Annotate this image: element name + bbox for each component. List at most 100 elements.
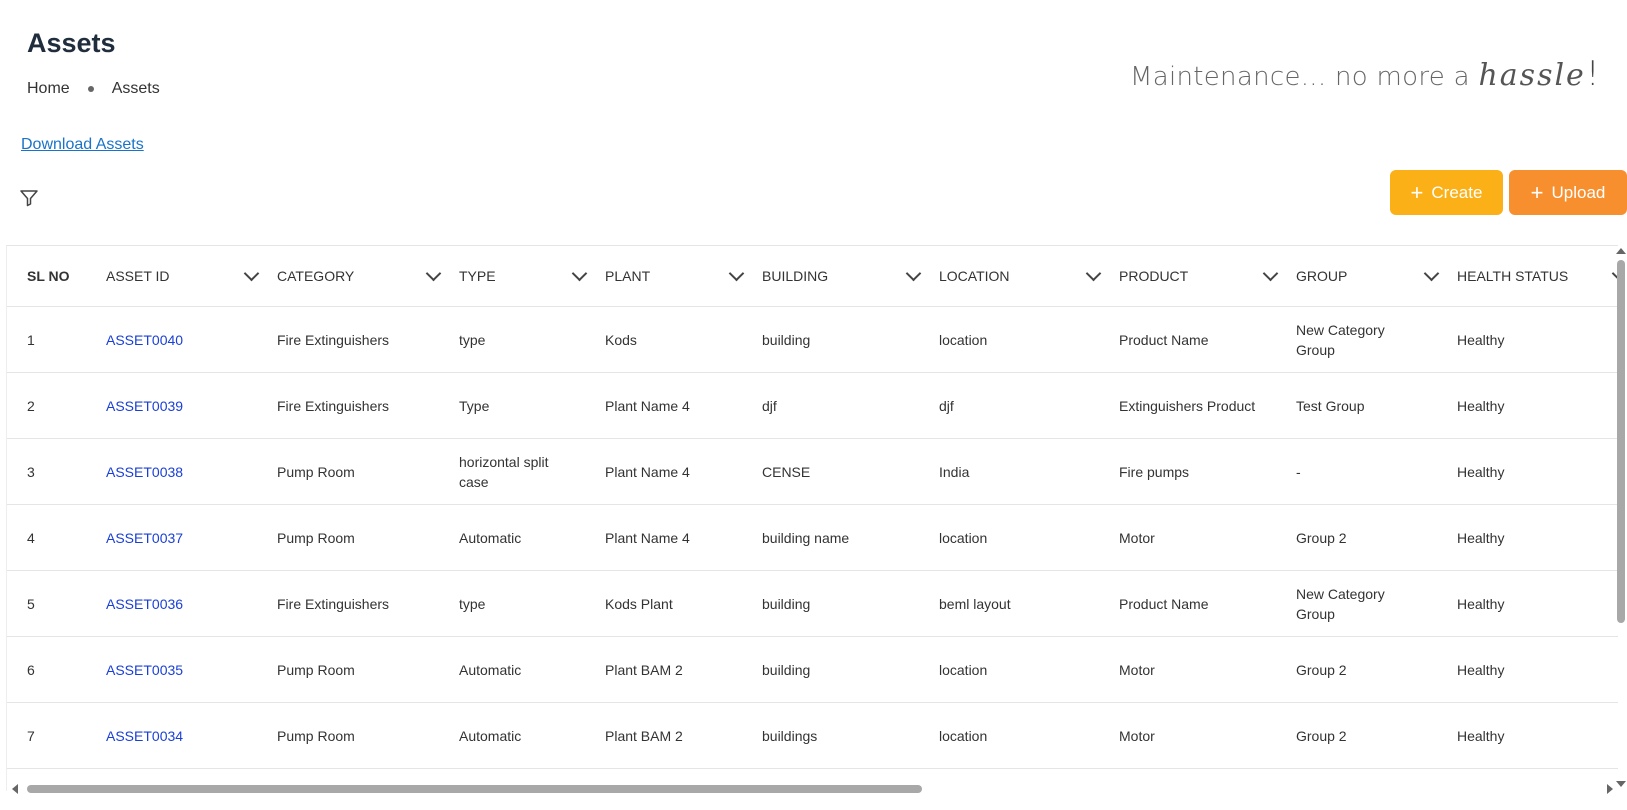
- asset-id-link[interactable]: ASSET0035: [106, 662, 183, 678]
- asset-id-link[interactable]: ASSET0038: [106, 464, 183, 480]
- cell-building: buildings: [762, 702, 939, 769]
- cell-plant: Kods Plant: [605, 570, 762, 637]
- cell-sl-no: 1: [7, 306, 106, 373]
- cell-building: CENSE: [762, 438, 939, 505]
- cell-health-status: Healthy: [1457, 372, 1618, 439]
- create-button-label: Create: [1431, 182, 1483, 202]
- column-header-category[interactable]: CATEGORY: [277, 246, 459, 307]
- scroll-right-arrow-icon[interactable]: [1607, 784, 1613, 794]
- tagline-logo: Maintenance... no more a hassle!: [1130, 54, 1600, 94]
- cell-product: Motor: [1119, 702, 1296, 769]
- breadcrumb: Home Assets: [27, 80, 160, 98]
- breadcrumb-home[interactable]: Home: [27, 80, 70, 98]
- breadcrumb-current: Assets: [111, 80, 160, 97]
- cell-group: Group 2: [1296, 636, 1457, 703]
- asset-id-link[interactable]: ASSET0034: [106, 728, 183, 744]
- cell-building: building name: [762, 504, 939, 571]
- asset-id-link[interactable]: ASSET0039: [106, 398, 183, 414]
- cell-location: djf: [939, 372, 1119, 439]
- cell-location: beml layout: [939, 570, 1119, 637]
- asset-id-link[interactable]: ASSET0040: [106, 332, 183, 348]
- cell-sl-no: 5: [7, 570, 106, 637]
- cell-type: Automatic: [459, 702, 605, 769]
- assets-table: SL NO ASSET ID CATEGORY TYPE PLANT BUILD…: [7, 246, 1618, 769]
- vertical-scrollbar[interactable]: [1615, 248, 1627, 787]
- table-header-row: SL NO ASSET ID CATEGORY TYPE PLANT BUILD…: [7, 246, 1618, 307]
- horizontal-scroll-thumb[interactable]: [27, 785, 922, 793]
- chevron-down-icon[interactable]: [1423, 265, 1440, 281]
- scroll-up-arrow-icon[interactable]: [1616, 248, 1626, 254]
- cell-type: horizontal split case: [459, 438, 605, 505]
- cell-category: Pump Room: [277, 636, 459, 703]
- chevron-down-icon[interactable]: [571, 265, 588, 281]
- cell-location: India: [939, 438, 1119, 505]
- cell-group: -: [1296, 438, 1457, 505]
- cell-building: building: [762, 306, 939, 373]
- upload-button-label: Upload: [1551, 182, 1606, 202]
- column-header-product[interactable]: PRODUCT: [1119, 246, 1296, 307]
- cell-sl-no: 7: [7, 702, 106, 769]
- cell-product: Fire pumps: [1119, 438, 1296, 505]
- cell-sl-no: 4: [7, 504, 106, 571]
- scroll-down-arrow-icon[interactable]: [1616, 781, 1626, 787]
- horizontal-scrollbar[interactable]: [10, 782, 1615, 794]
- cell-health-status: Healthy: [1457, 702, 1618, 769]
- cell-plant: Plant Name 4: [605, 372, 762, 439]
- chevron-down-icon[interactable]: [728, 265, 745, 281]
- cell-sl-no: 3: [7, 438, 106, 505]
- column-header-sl-no: SL NO: [7, 246, 106, 307]
- cell-type: Type: [459, 372, 605, 439]
- cell-type: type: [459, 306, 605, 373]
- column-header-location[interactable]: LOCATION: [939, 246, 1119, 307]
- cell-product: Motor: [1119, 636, 1296, 703]
- cell-plant: Kods: [605, 306, 762, 373]
- cell-type: Automatic: [459, 636, 605, 703]
- cell-location: location: [939, 306, 1119, 373]
- column-header-type[interactable]: TYPE: [459, 246, 605, 307]
- table-row: 6 ASSET0035 Pump Room Automatic Plant BA…: [7, 636, 1618, 703]
- table-row: 3 ASSET0038 Pump Room horizontal split c…: [7, 438, 1618, 505]
- cell-plant: Plant BAM 2: [605, 702, 762, 769]
- cell-plant: Plant BAM 2: [605, 636, 762, 703]
- column-header-plant[interactable]: PLANT: [605, 246, 762, 307]
- cell-group: New Category Group: [1296, 570, 1457, 637]
- table-row: 5 ASSET0036 Fire Extinguishers type Kods…: [7, 570, 1618, 637]
- cell-health-status: Healthy: [1457, 504, 1618, 571]
- column-header-health-status[interactable]: HEALTH STATUS: [1457, 246, 1618, 307]
- upload-button[interactable]: + Upload: [1509, 170, 1627, 215]
- cell-product: Product Name: [1119, 570, 1296, 637]
- vertical-scroll-thumb[interactable]: [1617, 260, 1625, 623]
- chevron-down-icon[interactable]: [905, 265, 922, 281]
- cell-building: building: [762, 570, 939, 637]
- filter-icon[interactable]: [19, 188, 39, 208]
- chevron-down-icon[interactable]: [1262, 265, 1279, 281]
- cell-type: Automatic: [459, 504, 605, 571]
- page-title: Assets: [27, 28, 116, 58]
- scroll-left-arrow-icon[interactable]: [12, 784, 18, 794]
- column-header-asset-id[interactable]: ASSET ID: [106, 246, 277, 307]
- chevron-down-icon[interactable]: [1085, 265, 1102, 281]
- download-assets-link[interactable]: Download Assets: [21, 136, 144, 154]
- cell-category: Fire Extinguishers: [277, 570, 459, 637]
- table-row: 4 ASSET0037 Pump Room Automatic Plant Na…: [7, 504, 1618, 571]
- column-header-group[interactable]: GROUP: [1296, 246, 1457, 307]
- tagline-suffix: !: [1585, 54, 1600, 94]
- cell-category: Fire Extinguishers: [277, 372, 459, 439]
- asset-id-link[interactable]: ASSET0037: [106, 530, 183, 546]
- tagline-script-word: hassle: [1478, 58, 1586, 93]
- chevron-down-icon[interactable]: [425, 265, 442, 281]
- plus-icon: +: [1410, 179, 1424, 205]
- column-header-building[interactable]: BUILDING: [762, 246, 939, 307]
- table-row: 1 ASSET0040 Fire Extinguishers type Kods…: [7, 306, 1618, 373]
- cell-category: Pump Room: [277, 438, 459, 505]
- chevron-down-icon[interactable]: [243, 265, 260, 281]
- create-button[interactable]: + Create: [1390, 170, 1503, 215]
- assets-table-container: SL NO ASSET ID CATEGORY TYPE PLANT BUILD…: [6, 245, 1618, 791]
- cell-location: location: [939, 504, 1119, 571]
- cell-group: Group 2: [1296, 702, 1457, 769]
- cell-category: Pump Room: [277, 504, 459, 571]
- cell-type: type: [459, 570, 605, 637]
- cell-category: Fire Extinguishers: [277, 306, 459, 373]
- asset-id-link[interactable]: ASSET0036: [106, 596, 183, 612]
- cell-health-status: Healthy: [1457, 636, 1618, 703]
